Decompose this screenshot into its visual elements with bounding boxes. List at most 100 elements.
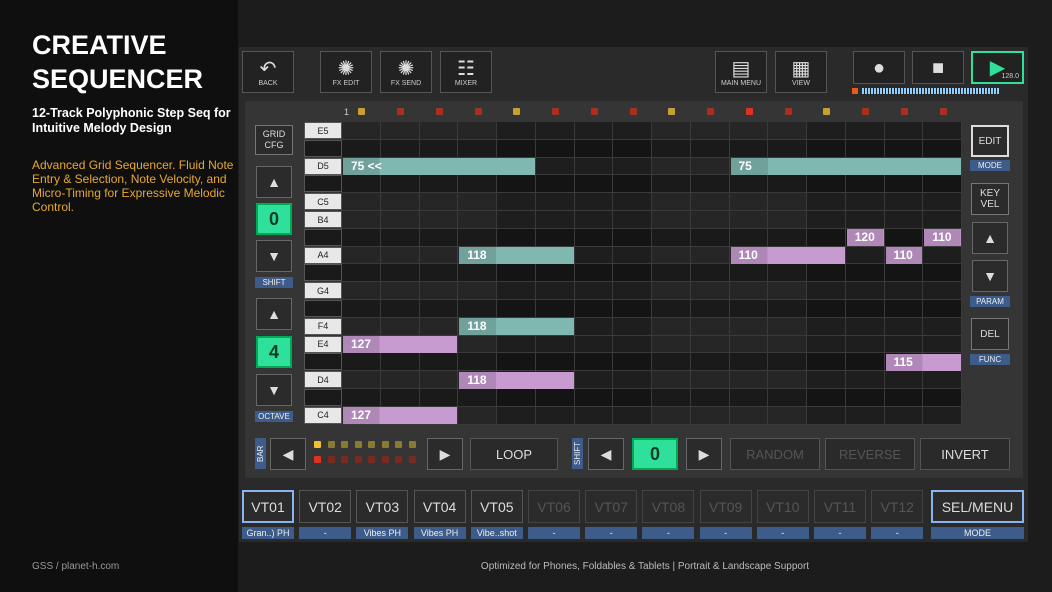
- grid-cell[interactable]: [613, 193, 652, 211]
- grid-cell[interactable]: [458, 193, 497, 211]
- grid-cell[interactable]: [380, 175, 420, 194]
- grid-cell[interactable]: [807, 353, 846, 372]
- note-block[interactable]: 110: [730, 247, 845, 265]
- shift-down-button[interactable]: ▼: [256, 240, 292, 272]
- grid-cell[interactable]: [923, 335, 962, 354]
- grid-cell[interactable]: [574, 389, 614, 407]
- grid-cell[interactable]: [923, 406, 962, 425]
- grid-cell[interactable]: [535, 157, 575, 176]
- grid-cell[interactable]: [884, 175, 924, 194]
- grid-cell[interactable]: [380, 353, 420, 372]
- grid-cell[interactable]: [729, 406, 769, 425]
- note-grid[interactable]: 75 << 75 120 110 118 110 110 118 127 115 118 127: [342, 122, 962, 425]
- grid-cell[interactable]: [845, 335, 885, 354]
- sel-menu-button[interactable]: SEL/MENU: [931, 490, 1024, 523]
- grid-cell[interactable]: [807, 371, 846, 389]
- grid-cell[interactable]: [652, 228, 691, 247]
- grid-cell[interactable]: [574, 317, 614, 336]
- grid-cell[interactable]: [574, 371, 614, 389]
- grid-cell[interactable]: [535, 389, 575, 407]
- grid-cell[interactable]: [574, 139, 614, 158]
- grid-cell[interactable]: [497, 300, 536, 318]
- grid-cell[interactable]: [380, 122, 420, 140]
- track-button[interactable]: VT07: [585, 490, 638, 523]
- grid-cell[interactable]: [342, 371, 381, 389]
- grid-cell[interactable]: [652, 211, 691, 229]
- grid-cell[interactable]: [652, 371, 691, 389]
- grid-cell[interactable]: [458, 353, 497, 372]
- grid-cell[interactable]: [613, 122, 652, 140]
- grid-cell[interactable]: [652, 335, 691, 354]
- grid-cell[interactable]: [690, 193, 730, 211]
- grid-cell[interactable]: [342, 264, 381, 283]
- grid-cell[interactable]: [845, 264, 885, 283]
- grid-cell[interactable]: [884, 282, 924, 300]
- grid-cell[interactable]: [807, 317, 846, 336]
- bar-next-button[interactable]: ▶: [427, 438, 463, 470]
- grid-cell[interactable]: [652, 317, 691, 336]
- grid-cell[interactable]: [729, 139, 769, 158]
- grid-cell[interactable]: [923, 211, 962, 229]
- grid-cell[interactable]: [884, 122, 924, 140]
- grid-cell[interactable]: [419, 246, 459, 265]
- grid-cell[interactable]: [535, 335, 575, 354]
- grid-cell[interactable]: [690, 246, 730, 265]
- grid-cell[interactable]: [845, 246, 885, 265]
- grid-cell[interactable]: [419, 211, 459, 229]
- grid-cell[interactable]: [535, 300, 575, 318]
- grid-cell[interactable]: [807, 406, 846, 425]
- grid-cell[interactable]: [884, 300, 924, 318]
- grid-cell[interactable]: [613, 353, 652, 372]
- grid-cell[interactable]: [690, 264, 730, 283]
- grid-cell[interactable]: [768, 282, 807, 300]
- grid-cell[interactable]: [535, 353, 575, 372]
- grid-cell[interactable]: [380, 389, 420, 407]
- main-menu-button[interactable]: ▤ MAIN MENU: [715, 51, 767, 93]
- grid-cell[interactable]: [613, 335, 652, 354]
- grid-cell[interactable]: [923, 317, 962, 336]
- grid-cell[interactable]: [729, 335, 769, 354]
- grid-cell[interactable]: [768, 300, 807, 318]
- grid-cell[interactable]: [613, 371, 652, 389]
- grid-cell[interactable]: [458, 122, 497, 140]
- track-button[interactable]: VT10: [756, 490, 809, 523]
- grid-cell[interactable]: [380, 246, 420, 265]
- grid-cell[interactable]: [380, 139, 420, 158]
- grid-cell[interactable]: [923, 282, 962, 300]
- grid-cell[interactable]: [574, 300, 614, 318]
- grid-cell[interactable]: [497, 282, 536, 300]
- grid-cell[interactable]: [380, 371, 420, 389]
- note-block[interactable]: 127: [343, 407, 458, 425]
- grid-cell[interactable]: [729, 353, 769, 372]
- grid-cell[interactable]: [419, 139, 459, 158]
- grid-cell[interactable]: [690, 371, 730, 389]
- grid-cell[interactable]: [652, 406, 691, 425]
- grid-cell[interactable]: [419, 389, 459, 407]
- grid-cell[interactable]: [574, 175, 614, 194]
- grid-cell[interactable]: [807, 211, 846, 229]
- grid-cell[interactable]: [729, 211, 769, 229]
- grid-cell[interactable]: [380, 317, 420, 336]
- grid-cell[interactable]: [458, 282, 497, 300]
- grid-cell[interactable]: [535, 139, 575, 158]
- grid-cell[interactable]: [613, 406, 652, 425]
- grid-cell[interactable]: [574, 353, 614, 372]
- grid-cell[interactable]: [574, 193, 614, 211]
- grid-cell[interactable]: [652, 264, 691, 283]
- grid-cell[interactable]: [845, 300, 885, 318]
- grid-cell[interactable]: [574, 228, 614, 247]
- grid-cell[interactable]: [342, 211, 381, 229]
- grid-cell[interactable]: [807, 175, 846, 194]
- grid-cell[interactable]: [458, 175, 497, 194]
- record-button[interactable]: ●: [853, 51, 905, 84]
- grid-cell[interactable]: [768, 139, 807, 158]
- grid-cell[interactable]: [535, 282, 575, 300]
- grid-cell[interactable]: [652, 175, 691, 194]
- grid-cell[interactable]: [535, 193, 575, 211]
- grid-cell[interactable]: [923, 122, 962, 140]
- grid-cell[interactable]: [458, 406, 497, 425]
- grid-cell[interactable]: [768, 335, 807, 354]
- grid-cfg-button[interactable]: GRID CFG: [255, 125, 293, 155]
- track-button[interactable]: VT08: [642, 490, 695, 523]
- grid-cell[interactable]: [613, 157, 652, 176]
